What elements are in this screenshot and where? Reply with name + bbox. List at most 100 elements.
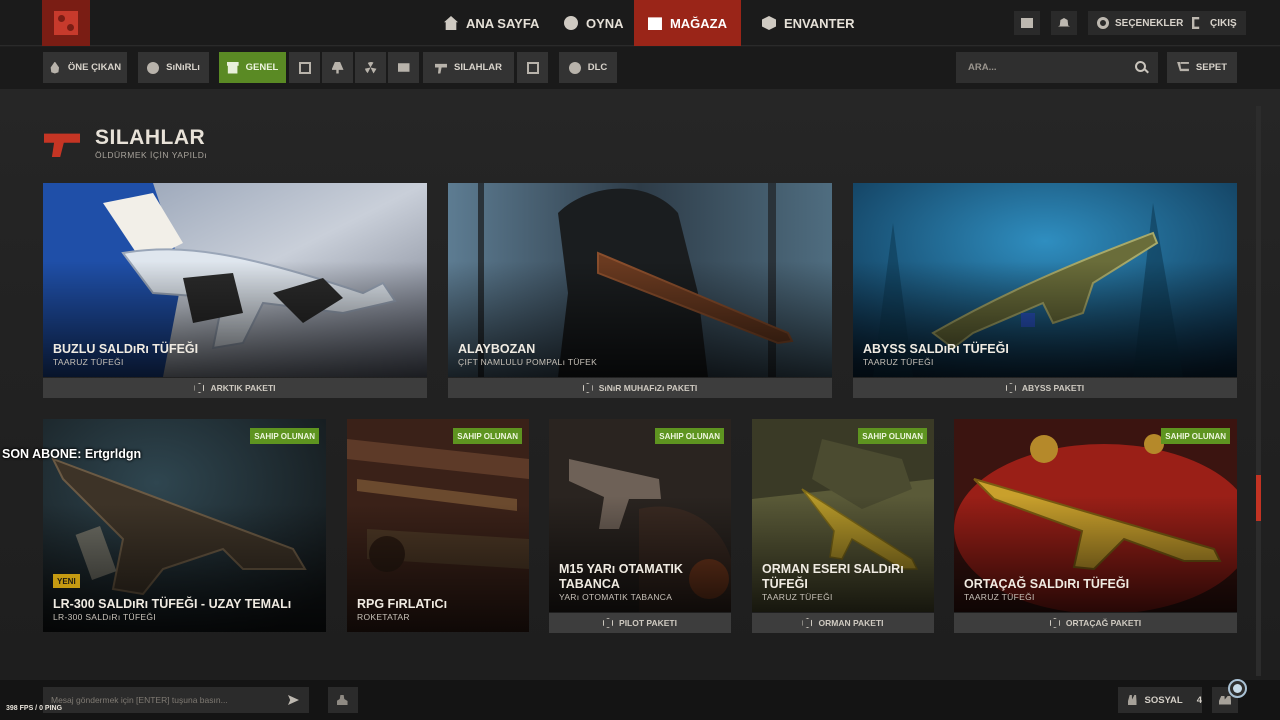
cart-button[interactable]: SEPET [1167, 52, 1237, 83]
owned-badge: SAHIP OLUNAN [655, 428, 724, 444]
filter-building[interactable] [289, 52, 320, 83]
options-button[interactable]: SEÇENEKLER [1088, 11, 1193, 35]
item-title-line2: TÜFEĞI [762, 577, 808, 591]
item-subtitle: YARı OTOMATIK TABANCA [559, 592, 673, 602]
cart-icon [1176, 61, 1189, 72]
package-button-abyss[interactable]: ABYSS PAKETI [853, 378, 1237, 398]
owned-badge: SAHIP OLUNAN [1161, 428, 1230, 444]
item-card-rpg[interactable]: SAHIP OLUNAN RPG FıRLATıCı ROKETATAR [347, 419, 529, 632]
search-input[interactable] [968, 62, 1128, 73]
item-card-frosty-rifle[interactable]: BUZLU SALDıRı TÜFEĞI TAARUZ TÜFEĞI [43, 183, 427, 377]
item-card-abyss-rifle[interactable]: ABYSS SALDıRı TÜFEĞI TAARUZ TÜFEĞI [853, 183, 1237, 377]
nav-store[interactable]: MAĞAZA [634, 0, 741, 46]
new-tag: YENI [53, 574, 80, 588]
grid-icon [526, 61, 539, 74]
filter-limited[interactable]: SıNıRLı [138, 52, 209, 83]
filter-limited-label: SıNıRLı [166, 62, 200, 73]
filter-featured[interactable]: ÖNE ÇIKAN [43, 52, 127, 83]
item-subtitle: ÇIFT NAMLULU POMPALı TÜFEK [458, 357, 598, 367]
exit-button[interactable]: ÇIKIŞ [1183, 11, 1246, 35]
item-card-forest-rifle[interactable]: SAHIP OLUNAN ORMAN ESERI SALDıRı TÜFEĞI … [752, 419, 934, 612]
social-button[interactable]: SOSYAL 4 [1118, 687, 1202, 713]
item-subtitle: TAARUZ TÜFEĞI [964, 592, 1035, 602]
friends-icon [1128, 695, 1137, 705]
exit-label: ÇIKIŞ [1210, 17, 1237, 29]
brick-icon [298, 61, 311, 74]
scrollbar-thumb[interactable] [1256, 475, 1261, 521]
nav-play[interactable]: OYNA [548, 0, 640, 46]
filter-featured-label: ÖNE ÇIKAN [67, 62, 122, 73]
item-subtitle: ROKETATAR [357, 612, 410, 622]
search-box[interactable] [956, 52, 1158, 83]
cart-label: SEPET [1195, 62, 1228, 73]
package-label: ORTAÇAĞ PAKETI [1065, 618, 1142, 628]
filter-weapons[interactable]: SILAHLAR [423, 52, 514, 83]
chat-box[interactable] [43, 687, 309, 713]
item-title-line1: ORMAN ESERI SALDıRı [762, 562, 904, 576]
gear-icon [1097, 17, 1109, 29]
notifications-button[interactable] [1051, 11, 1077, 35]
owned-badge: SAHIP OLUNAN [453, 428, 522, 444]
item-subtitle: TAARUZ TÜFEĞI [762, 592, 833, 602]
item-title: BUZLU SALDıRı TÜFEĞI [53, 342, 199, 356]
home-icon [444, 16, 458, 30]
nav-home-label: ANA SAYFA [466, 15, 540, 31]
filter-dlc[interactable]: DLC [559, 52, 617, 83]
package-label: PILOT PAKETI [619, 618, 677, 628]
social-count: 4 [1196, 694, 1202, 706]
filter-dlc-label: DLC [587, 62, 608, 73]
nav-store-label: MAĞAZA [669, 15, 728, 31]
package-icon [1049, 618, 1060, 628]
filter-card[interactable] [388, 52, 419, 83]
nav-inventory-label: ENVANTER [784, 15, 855, 31]
filter-grid[interactable] [517, 52, 548, 83]
package-label: ABYSS PAKETI [1021, 383, 1085, 393]
steam-icon [568, 61, 581, 74]
package-button-forest[interactable]: ORMAN PAKETI [752, 613, 934, 633]
nav-inventory[interactable]: ENVANTER [746, 0, 871, 46]
owned-badge: SAHIP OLUNAN [858, 428, 927, 444]
play-icon [564, 16, 578, 30]
filter-lamp[interactable] [322, 52, 353, 83]
section-subtitle: ÖLDÜRMEK İÇİN YAPILDı [95, 150, 208, 160]
package-icon [1005, 383, 1016, 393]
item-card-m15-pistol[interactable]: SAHIP OLUNAN M15 YARı OTAMATIK TABANCA Y… [549, 419, 731, 612]
item-subtitle: LR-300 SALDıRı TÜFEĞI [53, 612, 156, 622]
package-button-border-guard[interactable]: SıNıR MUHAFıZı PAKETI [448, 378, 832, 398]
chat-input[interactable] [51, 695, 281, 705]
package-icon [802, 618, 813, 628]
scrollbar[interactable] [1256, 106, 1261, 676]
package-button-arctic[interactable]: ARKTIK PAKETI [43, 378, 427, 398]
avatar[interactable] [1228, 679, 1247, 698]
camera-button[interactable] [1014, 11, 1040, 35]
add-friend-button[interactable] [328, 687, 358, 713]
radiation-icon [364, 61, 377, 74]
package-button-medieval[interactable]: ORTAÇAĞ PAKETI [954, 613, 1237, 633]
item-card-alaybozan[interactable]: ALAYBOZAN ÇIFT NAMLULU POMPALı TÜFEK [448, 183, 832, 377]
filter-radiation[interactable] [355, 52, 386, 83]
item-title: ABYSS SALDıRı TÜFEĞI [863, 342, 1009, 356]
nav-play-label: OYNA [586, 15, 624, 31]
stream-overlay-text: SON ABONE: Ertgrldgn [2, 447, 142, 461]
item-card-medieval-rifle[interactable]: SAHIP OLUNAN ORTAÇAĞ SALDıRı TÜFEĞI TAAR… [954, 419, 1237, 612]
search-icon[interactable] [1135, 61, 1146, 72]
clock-icon [147, 61, 160, 74]
filter-general[interactable]: GENEL [219, 52, 286, 83]
flame-icon [50, 61, 60, 74]
social-label: SOSYAL [1144, 694, 1183, 706]
send-icon[interactable] [288, 695, 299, 705]
item-title: ALAYBOZAN [458, 342, 536, 356]
card-icon [397, 63, 410, 72]
package-label: ARKTIK PAKETI [210, 383, 276, 393]
item-subtitle: TAARUZ TÜFEĞI [53, 357, 124, 367]
package-icon [582, 383, 593, 393]
rust-logo[interactable] [42, 0, 90, 46]
item-title-line1: M15 YARı OTAMATIK [559, 562, 683, 576]
item-title: ORTAÇAĞ SALDıRı TÜFEĞI [964, 577, 1130, 591]
add-friend-icon [336, 695, 348, 705]
package-label: ORMAN PAKETI [818, 618, 884, 628]
filter-general-label: GENEL [245, 62, 279, 73]
filter-weapons-label: SILAHLAR [453, 62, 503, 73]
package-button-pilot[interactable]: PILOT PAKETI [549, 613, 731, 633]
nav-home[interactable]: ANA SAYFA [428, 0, 555, 46]
